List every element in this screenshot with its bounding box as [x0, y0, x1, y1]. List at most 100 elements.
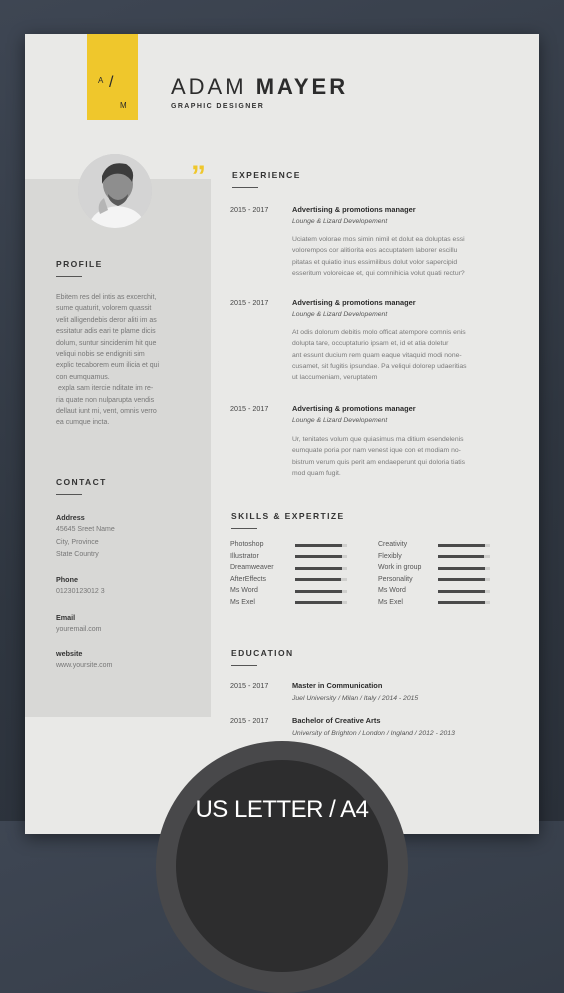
- description-line: ant essunt ducium rem quam eaque vitaqui…: [292, 351, 462, 359]
- profile-text: Ebitem res del intis as excerchit, sume …: [56, 292, 206, 429]
- skill-level-bar: [438, 578, 490, 581]
- contact-heading: CONTACT: [56, 477, 107, 487]
- profile-line: essitatur adis eari te plame dicis: [56, 328, 156, 336]
- profile-line: dellaut iunt mi, vent, omnis verro: [56, 408, 157, 416]
- skill-level-bar: [438, 601, 490, 604]
- profile-line: sume quaturit, volorem quassit: [56, 305, 152, 313]
- monogram-first: A: [98, 76, 104, 85]
- skill-level-fill: [438, 543, 485, 547]
- first-name: ADAM: [171, 74, 247, 99]
- profile-line: explic tecaborem eum ilicia et qui: [56, 362, 160, 370]
- experience-divider: [232, 187, 258, 188]
- quote-mark-icon: ”: [191, 160, 206, 193]
- skill-level-bar: [438, 566, 490, 570]
- experience-heading: EXPERIENCE: [232, 170, 301, 180]
- skills-heading: SKILLS & EXPERTIZE: [231, 511, 345, 521]
- skill-level-bar: [295, 578, 347, 581]
- website-label: website: [56, 649, 83, 658]
- description-line: bistrum verum quis perit am endaeperunt …: [292, 458, 466, 466]
- monogram-second: M: [120, 101, 127, 110]
- format-badge-label: US LETTER / A4: [195, 796, 369, 823]
- description-line: ut laccumeniam, veruptatem: [292, 374, 378, 382]
- experience-years: 2015 - 2017: [230, 205, 269, 214]
- website-value[interactable]: www.yoursite.com: [56, 660, 112, 673]
- skill-level-bar: [295, 566, 347, 570]
- experience-description: Ur, tenitates volum que quiasimus ma dit…: [292, 434, 510, 479]
- sidebar-panel: [25, 179, 211, 717]
- skill-label: Ms Exel: [230, 598, 255, 606]
- skill-label: AfterEffects: [230, 575, 267, 583]
- description-line: volorempos cor alitiorita eos accuptatem…: [292, 247, 458, 255]
- email-value[interactable]: youremail.com: [56, 624, 102, 637]
- address-line: City, Province: [56, 538, 99, 546]
- description-line: dolupta tare, occuptaturio ipsam et, id …: [292, 340, 449, 348]
- skill-level-bar: [438, 555, 490, 558]
- skill-label: Work in group: [378, 564, 422, 571]
- address-value: 45645 Sreet Name City, Province State Co…: [56, 524, 115, 562]
- profile-line: ea cumque incta.: [56, 419, 110, 427]
- experience-company: Lounge & Lizard Developement: [292, 311, 388, 318]
- profile-heading: PROFILE: [56, 259, 103, 269]
- skill-label: Ms Word: [230, 587, 258, 594]
- skills-divider: [231, 528, 257, 529]
- skill-level-bar: [295, 589, 347, 593]
- candidate-name: ADAM MAYER: [171, 74, 348, 100]
- profile-line: con eumquamus.: [56, 373, 110, 381]
- skill-label: Personality: [378, 575, 413, 583]
- skill-level-bar: [295, 555, 347, 558]
- format-badge: [176, 760, 388, 972]
- experience-title: Advertising & promotions manager: [292, 205, 416, 214]
- profile-line: ria quate non nulparupta vendis: [56, 396, 155, 404]
- skill-level-fill: [295, 589, 342, 593]
- description-line: cusamet, sit fugitis ipsundae. Pa veliqu…: [292, 362, 467, 370]
- email-label: Email: [56, 613, 76, 622]
- education-years: 2015 - 2017: [230, 681, 269, 690]
- profile-line: expla sam itercie nditate im re-: [56, 385, 154, 393]
- education-degree: Master in Communication: [292, 681, 383, 690]
- experience-description: Uciatem volorae mos simin nimil et dolut…: [292, 234, 510, 279]
- skill-level-fill: [438, 566, 485, 570]
- profile-line: veliqui nobis se endigniti sim: [56, 351, 145, 359]
- education-years: 2015 - 2017: [230, 716, 269, 725]
- skill-level-bar: [438, 589, 490, 593]
- experience-years: 2015 - 2017: [230, 298, 269, 307]
- skill-label: Photoshop: [230, 541, 264, 548]
- skill-level-fill: [295, 543, 342, 547]
- skill-label: Illustrator: [230, 552, 259, 560]
- job-title: GRAPHIC DESIGNER: [171, 103, 265, 110]
- description-line: eumquate poria por nam venest ique con e…: [292, 447, 461, 455]
- address-line: 45645 Sreet Name: [56, 526, 115, 533]
- address-line: State Country: [56, 551, 99, 558]
- description-line: At odis dolorum debitis molo officat ate…: [292, 329, 466, 336]
- experience-years: 2015 - 2017: [230, 404, 269, 413]
- phone-label: Phone: [56, 575, 78, 584]
- last-name: MAYER: [255, 74, 349, 99]
- contact-divider: [56, 494, 82, 495]
- skill-level-fill: [438, 589, 485, 593]
- description-line: esseritum voloreicae et, qui comnihicia …: [292, 269, 465, 277]
- education-heading: EDUCATION: [231, 648, 294, 658]
- profile-divider: [56, 276, 82, 277]
- education-divider: [231, 665, 257, 666]
- monogram-slash: /: [109, 74, 114, 91]
- experience-title: Advertising & promotions manager: [292, 404, 416, 413]
- skill-level-bar: [295, 543, 347, 547]
- skill-label: Flexibly: [378, 552, 402, 560]
- experience-title: Advertising & promotions manager: [292, 298, 416, 307]
- description-line: Uciatem volorae mos simin nimil et dolut…: [292, 236, 465, 243]
- skill-level-fill: [295, 601, 342, 604]
- skill-level-bar: [295, 601, 347, 604]
- profile-line: Ebitem res del intis as excerchit,: [56, 294, 157, 301]
- portrait-icon: [78, 154, 152, 228]
- experience-description: At odis dolorum debitis molo officat ate…: [292, 327, 510, 383]
- skill-label: Ms Word: [378, 587, 406, 594]
- monogram-block: A / M: [87, 34, 138, 120]
- skill-label: Ms Exel: [378, 598, 403, 606]
- experience-company: Lounge & Lizard Developement: [292, 417, 388, 424]
- description-line: pitatas et quiatio inus essimilibus dolu…: [292, 258, 458, 266]
- skill-level-fill: [438, 555, 484, 558]
- education-school: Juel University / Milan / Italy / 2014 -…: [292, 695, 419, 702]
- skill-level-fill: [438, 601, 485, 604]
- education-school: University of Brighton / London / Inglan…: [292, 730, 455, 737]
- skill-level-fill: [295, 578, 341, 581]
